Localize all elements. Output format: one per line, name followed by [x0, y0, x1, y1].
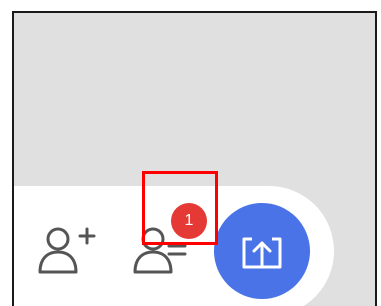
highlight-box	[142, 171, 218, 245]
share-button[interactable]	[214, 203, 310, 299]
app-screen: 1	[12, 11, 377, 306]
share-upload-icon	[242, 237, 282, 269]
add-contact-button[interactable]	[36, 224, 96, 278]
person-add-icon	[38, 227, 96, 274]
